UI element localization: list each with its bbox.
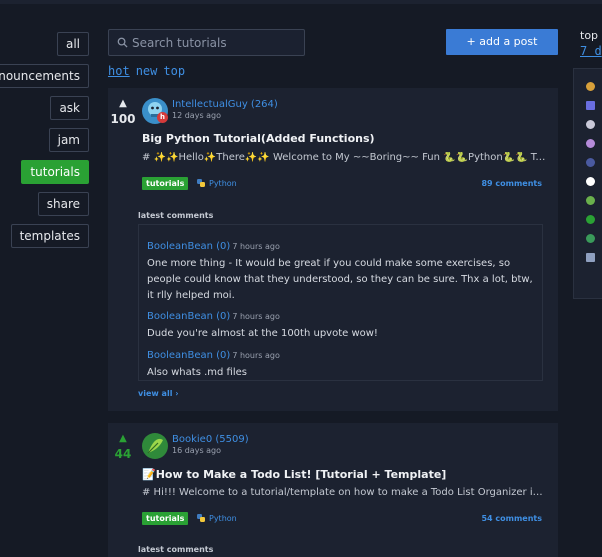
post-age: 12 days ago: [172, 111, 222, 120]
sidebar-title: top c: [580, 29, 602, 42]
leaderboard-avatar[interactable]: [586, 139, 595, 148]
category-jam[interactable]: jam: [48, 128, 89, 152]
category-announcements[interactable]: announcements: [0, 64, 89, 88]
search-input[interactable]: [132, 35, 302, 50]
sort-new[interactable]: new: [136, 64, 158, 78]
category-nav: all announcements ask jam tutorials shar…: [0, 0, 90, 557]
leaderboard-avatar[interactable]: [586, 101, 595, 110]
leaderboard-avatar[interactable]: [586, 120, 595, 129]
tag-badge[interactable]: tutorials: [142, 512, 189, 525]
language-name: Python: [209, 513, 237, 523]
python-icon: [197, 514, 205, 522]
category-tutorials[interactable]: tutorials: [21, 160, 89, 184]
leaderboard-avatar[interactable]: [586, 177, 595, 186]
avatar[interactable]: h: [142, 98, 168, 124]
comment-author[interactable]: BooleanBean (0): [147, 311, 230, 322]
latest-comments-title: latest comments: [138, 211, 214, 220]
latest-comments-title: latest comments: [138, 545, 214, 554]
post-title[interactable]: 📝How to Make a Todo List! [Tutorial + Te…: [142, 468, 446, 481]
avatar-badge: h: [157, 112, 168, 123]
view-all-link[interactable]: view all ›: [138, 389, 179, 398]
category-ask[interactable]: ask: [50, 96, 89, 120]
python-icon: [197, 179, 205, 187]
leaderboard-avatar[interactable]: [586, 196, 595, 205]
comment-body: Also whats .md files: [147, 367, 247, 378]
upvote-icon[interactable]: ▲: [108, 433, 138, 444]
comment-author[interactable]: BooleanBean (0): [147, 241, 230, 252]
search-box[interactable]: [108, 29, 305, 56]
language-name: Python: [209, 178, 237, 188]
top-bar: [0, 0, 602, 4]
sort-hot[interactable]: hot: [108, 64, 130, 78]
sort-tabs: hot new top: [108, 64, 191, 78]
sort-top[interactable]: top: [163, 64, 185, 78]
comment-count[interactable]: 54 comments: [481, 514, 542, 523]
leaderboard-avatar[interactable]: [586, 234, 595, 243]
avatar[interactable]: [142, 433, 168, 459]
language-label[interactable]: Python: [196, 513, 237, 523]
vote-widget[interactable]: ▲ 100: [108, 98, 138, 126]
comment-count[interactable]: 89 comments: [481, 179, 542, 188]
category-share[interactable]: share: [37, 192, 89, 216]
comment-time: 7 hours ago: [232, 312, 280, 321]
post-age: 16 days ago: [172, 446, 222, 455]
comment: BooleanBean (0) 7 hours ago Dude you're a…: [147, 304, 537, 342]
comment-body: Dude you're almost at the 100th upvote w…: [147, 328, 378, 339]
category-templates[interactable]: templates: [10, 224, 89, 248]
post-author[interactable]: IntellectualGuy (264): [172, 99, 278, 110]
comment: BooleanBean (0) 7 hours ago Also whats .m…: [147, 343, 537, 381]
post-preview: # ✨✨Hello✨There✨✨ Welcome to My ~~Boring…: [142, 152, 546, 163]
avatar-image: [142, 433, 168, 459]
language-label[interactable]: Python: [196, 178, 237, 188]
vote-count: 44: [114, 447, 132, 461]
comment-time: 7 hours ago: [232, 351, 280, 360]
post-card[interactable]: ▲ 100 h IntellectualGuy (264) 12 days ag…: [108, 88, 558, 411]
leaderboard-avatar[interactable]: [586, 253, 595, 262]
post-card[interactable]: ▲ 44 Bookie0 (5509) 16 days ago 📝How to …: [108, 423, 558, 557]
search-icon: [117, 37, 128, 48]
comment-body: One more thing - It would be great if yo…: [147, 258, 533, 301]
sidebar-period-link[interactable]: 7 d: [580, 44, 602, 58]
leaderboard-avatar[interactable]: [586, 82, 595, 91]
add-post-button[interactable]: + add a post: [446, 29, 558, 55]
comment: BooleanBean (0) 7 hours ago One more thin…: [147, 234, 537, 304]
leaderboard-avatar[interactable]: [586, 215, 595, 224]
post-author[interactable]: Bookie0 (5509): [172, 434, 249, 445]
post-title[interactable]: Big Python Tutorial(Added Functions): [142, 132, 375, 145]
post-preview: # Hi!!! Welcome to a tutorial/template o…: [142, 487, 546, 498]
vote-widget[interactable]: ▲ 44: [108, 433, 138, 461]
upvote-icon[interactable]: ▲: [108, 98, 138, 109]
category-all[interactable]: all: [56, 32, 89, 56]
leaderboard-avatar[interactable]: [586, 158, 595, 167]
leaderboard-panel: [573, 68, 602, 299]
comment-time: 7 hours ago: [232, 242, 280, 251]
comment-author[interactable]: BooleanBean (0): [147, 350, 230, 361]
tag-badge[interactable]: tutorials: [142, 177, 189, 190]
comments-list: BooleanBean (0) 7 hours ago One more thin…: [138, 224, 543, 381]
vote-count: 100: [110, 112, 136, 126]
